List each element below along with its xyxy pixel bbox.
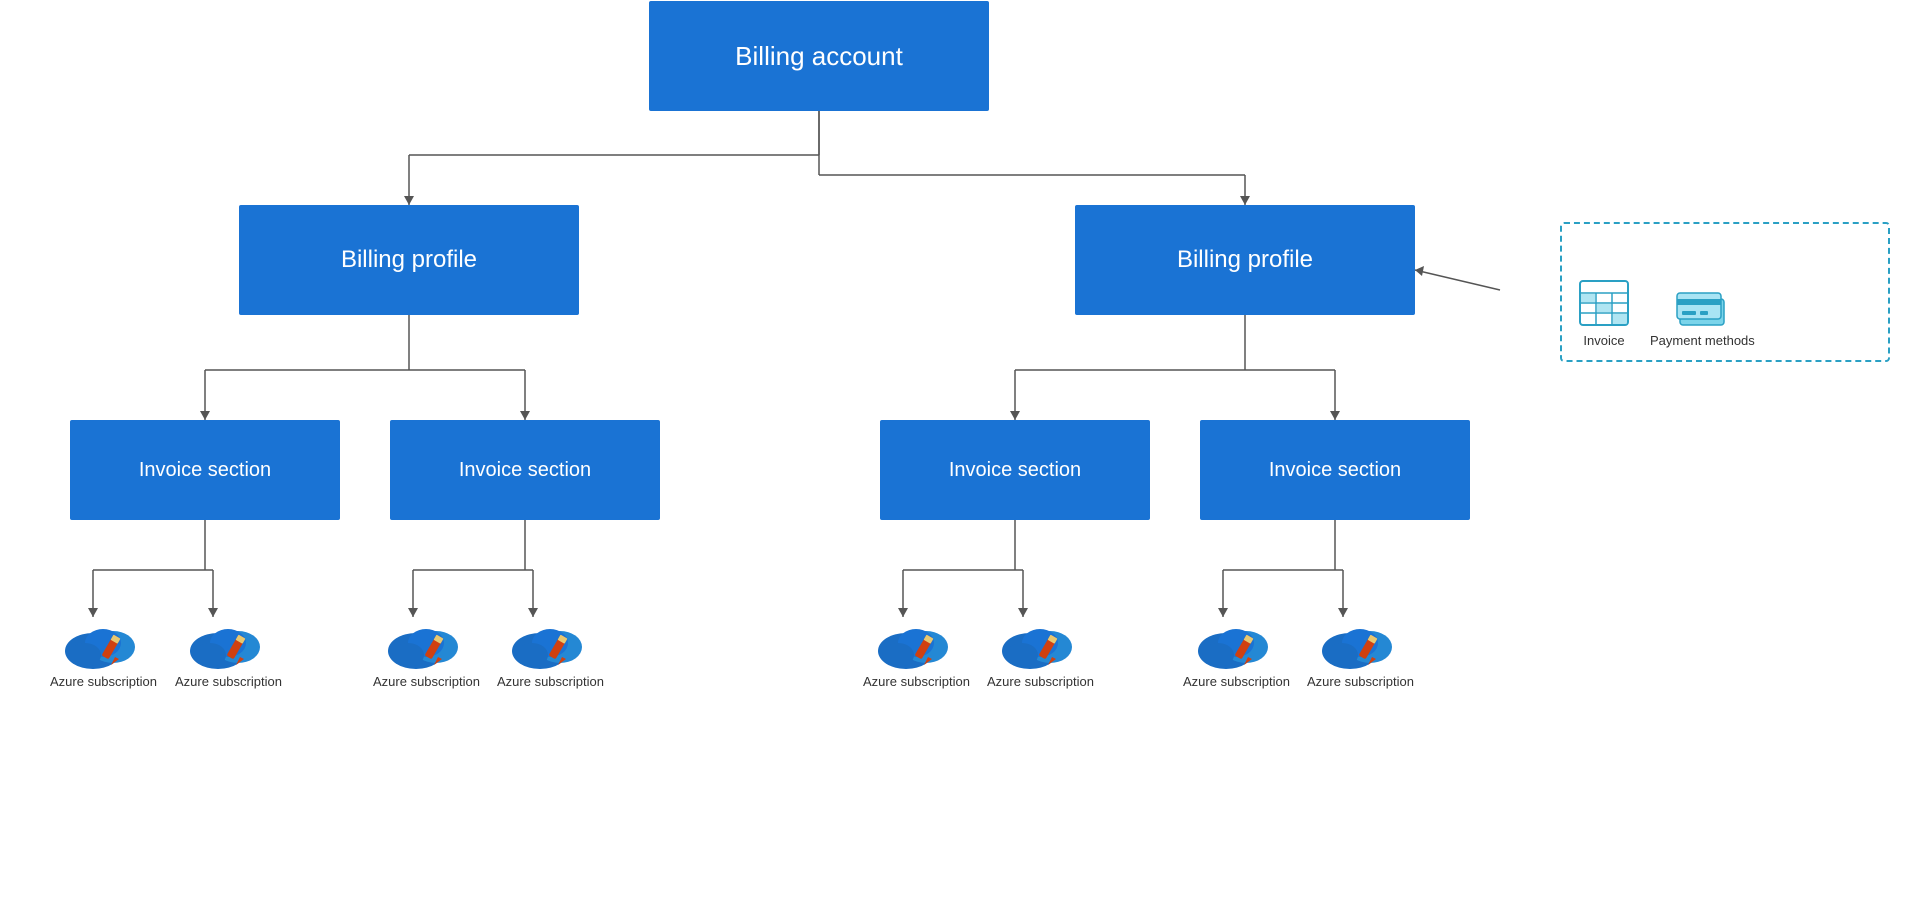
- azure-cloud-icon-7: [1196, 615, 1276, 670]
- invoice-icon: [1578, 279, 1630, 327]
- billing-profile-left-box: Billing profile: [239, 205, 579, 315]
- azure-sub-label-3: Azure subscription: [373, 674, 480, 689]
- azure-cloud-icon-2: [188, 615, 268, 670]
- invoice-label: Invoice: [1583, 333, 1624, 348]
- azure-sub-3: Azure subscription: [373, 615, 480, 689]
- azure-sub-label-2: Azure subscription: [175, 674, 282, 689]
- invoice-section-2-box: Invoice section: [390, 420, 660, 520]
- azure-cloud-icon-4: [510, 615, 590, 670]
- azure-sub-2: Azure subscription: [175, 615, 282, 689]
- azure-sub-8: Azure subscription: [1307, 615, 1414, 689]
- azure-sub-label-8: Azure subscription: [1307, 674, 1414, 689]
- invoice-section-3-box: Invoice section: [880, 420, 1150, 520]
- azure-cloud-icon-1: [63, 615, 143, 670]
- azure-cloud-icon-3: [386, 615, 466, 670]
- invoice-section-1-box: Invoice section: [70, 420, 340, 520]
- azure-sub-label-5: Azure subscription: [863, 674, 970, 689]
- azure-sub-1: Azure subscription: [50, 615, 157, 689]
- billing-profile-right-box: Billing profile: [1075, 205, 1415, 315]
- azure-sub-4: Azure subscription: [497, 615, 604, 689]
- payment-methods-icon: [1676, 291, 1728, 327]
- azure-cloud-icon-6: [1000, 615, 1080, 670]
- invoice-section-4-box: Invoice section: [1200, 420, 1470, 520]
- azure-sub-5: Azure subscription: [863, 615, 970, 689]
- invoice-callout-item: Invoice: [1578, 279, 1630, 348]
- azure-sub-label-6: Azure subscription: [987, 674, 1094, 689]
- azure-sub-7: Azure subscription: [1183, 615, 1290, 689]
- azure-sub-label-7: Azure subscription: [1183, 674, 1290, 689]
- payment-methods-label: Payment methods: [1650, 333, 1755, 348]
- billing-account-box: Billing account: [649, 1, 989, 111]
- diagram-container: Billing account Billing profile Billing …: [0, 0, 1925, 898]
- callout-box: Invoice Payment methods: [1560, 222, 1890, 362]
- azure-cloud-icon-8: [1320, 615, 1400, 670]
- payment-methods-callout-item: Payment methods: [1650, 291, 1755, 348]
- azure-sub-label-1: Azure subscription: [50, 674, 157, 689]
- azure-sub-6: Azure subscription: [987, 615, 1094, 689]
- azure-cloud-icon-5: [876, 615, 956, 670]
- azure-sub-label-4: Azure subscription: [497, 674, 604, 689]
